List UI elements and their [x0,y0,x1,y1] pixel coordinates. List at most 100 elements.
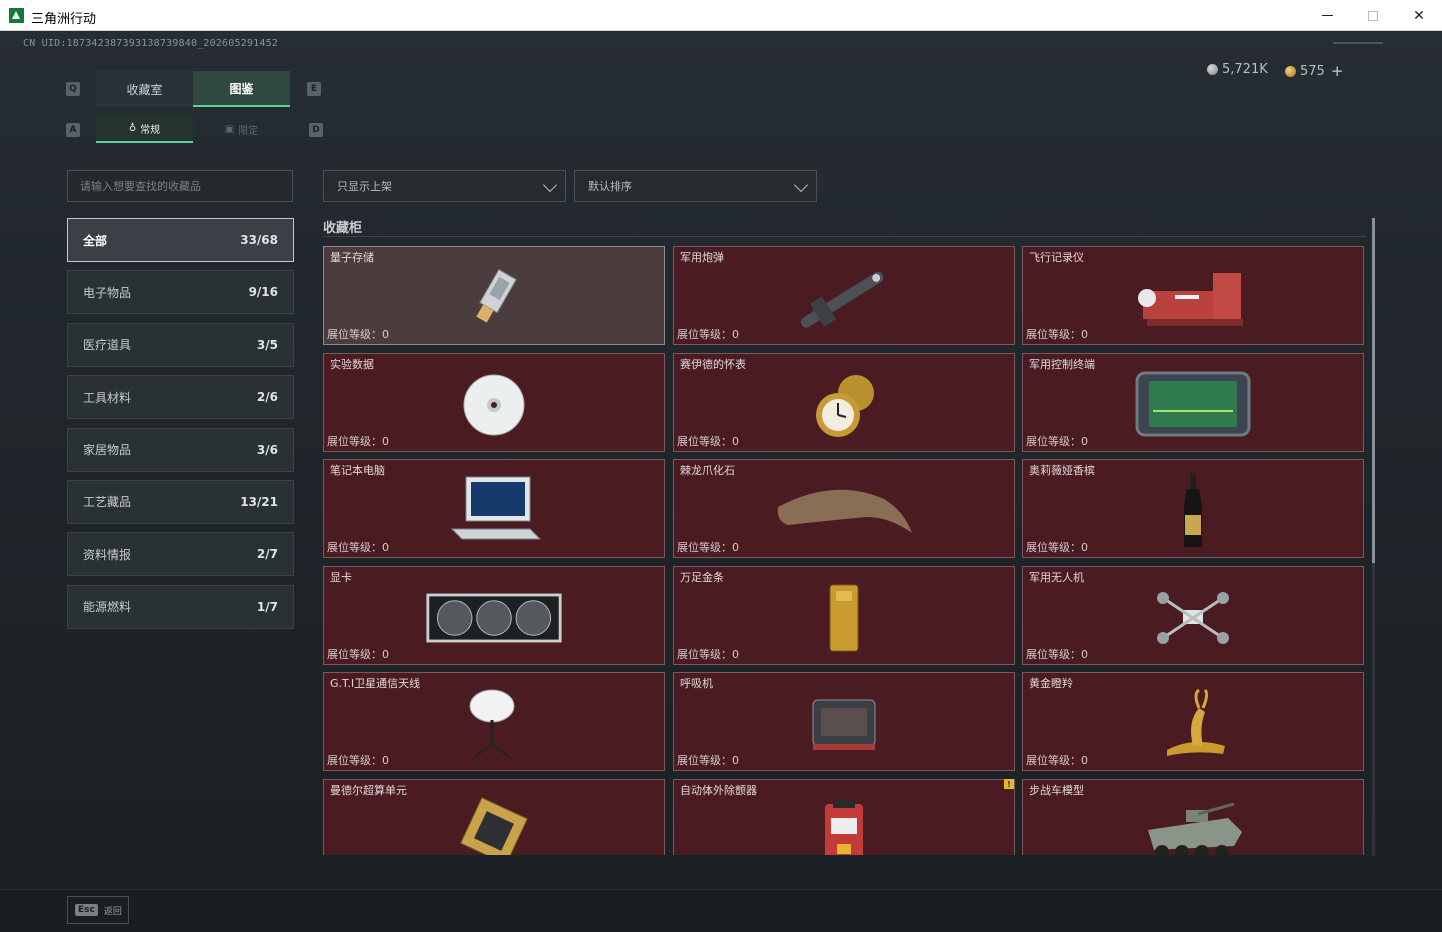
chevron-down-icon [542,177,558,193]
collection-item-card[interactable]: G.T.I卫星通信天线 展位等级：0 [323,672,665,771]
silver-amount: 5,721K [1222,62,1268,77]
item-name: 飞行记录仪 [1029,251,1084,264]
collection-item-card[interactable]: 步战车模型 [1022,779,1364,855]
scrollbar-thumb[interactable] [1372,218,1375,563]
header-decoration [1333,42,1383,44]
laptop-icon [424,470,564,552]
category-list: 全部 33/68 电子物品 9/16 医疗道具 3/5 工具材料 2/6 家居物品 3/6… [67,218,294,637]
item-display-level: 展位等级：0 [1026,435,1088,448]
sort-value: 默认排序 [588,180,632,193]
collection-item-card[interactable]: 赛伊德的怀表 展位等级：0 [673,353,1015,452]
ifv-model-icon [1123,790,1263,855]
category-medical[interactable]: 医疗道具 3/5 [67,322,294,367]
item-name: 显卡 [330,571,352,584]
alert-badge-icon: ! [1004,779,1014,789]
shelf-filter-value: 只显示上架 [337,180,392,193]
collection-item-card[interactable]: 棘龙爪化石 展位等级：0 [673,459,1015,558]
main-tabs: 收藏室 图鉴 [96,71,291,107]
collection-grid: 量子存储 展位等级：0 军用炮弹 展位等级：0 飞行记录仪 展位等级：0 实验数据 展位等级：… [323,246,1366,855]
champagne-icon [1123,470,1263,552]
category-energy[interactable]: 能源燃料 1/7 [67,584,294,629]
item-name: 曼德尔超算单元 [330,784,407,797]
collection-item-card[interactable]: 实验数据 展位等级：0 [323,353,665,452]
category-electronics[interactable]: 电子物品 9/16 [67,270,294,315]
ventilator-icon [774,683,914,765]
collection-item-card[interactable]: 呼吸机展位等级：0 [673,672,1015,771]
collection-item-card[interactable]: 显卡 展位等级：0 [323,566,665,665]
category-label: 医疗道具 [83,338,132,353]
subtab-limited[interactable]: ▣ 限定 [193,115,290,143]
category-tools[interactable]: 工具材料 2/6 [67,375,294,420]
item-name: 实验数据 [330,358,374,371]
flame-icon: ♁ [128,122,137,134]
collection-item-card[interactable]: 万足金条 展位等级：0 [673,566,1015,665]
subtab-regular[interactable]: ♁ 常规 [96,115,193,143]
section-divider [323,236,1366,237]
collection-item-card[interactable]: 军用无人机 展位等级：0 [1022,566,1364,665]
maximize-button[interactable] [1350,0,1396,31]
category-intel[interactable]: 资料情报 2/7 [67,532,294,577]
item-name: 赛伊德的怀表 [680,358,746,371]
item-display-level: 展位等级：0 [1026,328,1088,341]
app-logo-icon [9,8,24,23]
item-name: 棘龙爪化石 [680,464,735,477]
collection-item-card[interactable]: 自动体外除颤器! [673,779,1015,855]
category-all[interactable]: 全部 33/68 [67,218,294,262]
close-button[interactable]: ✕ [1396,0,1442,31]
claw-fossil-icon [774,470,914,552]
item-display-level: 展位等级：0 [1026,541,1088,554]
defibrillator-icon [774,790,914,855]
sort-dropdown[interactable]: 默认排序 [574,170,817,202]
silver-coin-icon [1207,64,1218,75]
item-name: 步战车模型 [1029,784,1084,797]
collection-item-card[interactable]: 笔记本电脑 展位等级：0 [323,459,665,558]
sub-tabs: ♁ 常规 ▣ 限定 [96,115,291,143]
category-count: 1/7 [256,599,278,614]
section-title: 收藏柜 [323,221,363,236]
drone-icon [1123,577,1263,659]
subtab-regular-label: 常规 [140,124,161,136]
chevron-down-icon [793,177,809,193]
back-button[interactable]: Esc 返回 [67,896,129,924]
cpu-icon [424,790,564,855]
tab-catalog[interactable]: 图鉴 [193,71,290,107]
category-label: 全部 [83,233,108,248]
collection-item-card[interactable]: 奥莉薇娅香槟 展位等级：0 [1022,459,1364,558]
game-viewport: CN UID:18734238739313873984​0_2026052914… [0,31,1442,932]
limited-icon: ▣ [224,123,235,135]
item-name: 黄金瞪羚 [1029,677,1073,690]
minimize-button[interactable] [1304,0,1350,31]
control-terminal-icon [1123,364,1263,446]
collection-item-card[interactable]: 军用控制终端 展位等级：0 [1022,353,1364,452]
category-label: 工具材料 [83,390,132,405]
category-label: 电子物品 [83,285,132,300]
add-currency-button[interactable]: + [1331,62,1344,80]
collection-item-card[interactable]: 量子存储 展位等级：0 [323,246,665,345]
collection-item-card[interactable]: 曼德尔超算单元 [323,779,665,855]
item-display-level: 展位等级：0 [677,754,739,767]
tab-collection-room[interactable]: 收藏室 [96,71,193,107]
item-name: 奥莉薇娅香槟 [1029,464,1095,477]
collection-item-card[interactable]: 黄金瞪羚 展位等级：0 [1022,672,1364,771]
category-household[interactable]: 家居物品 3/6 [67,427,294,472]
item-name: 呼吸机 [680,677,713,690]
key-hint-next-tab: E [307,82,321,96]
category-count: 2/6 [256,390,278,405]
missile-icon [774,257,914,339]
item-name: 量子存储 [330,251,374,264]
gold-gazelle-icon [1123,683,1263,765]
search-input[interactable] [68,171,292,201]
collection-item-card[interactable]: 飞行记录仪展位等级：0 [1022,246,1364,345]
disc-icon [424,364,564,446]
item-name: 军用无人机 [1029,571,1084,584]
category-crafts[interactable]: 工艺藏品 13/21 [67,479,294,524]
bottom-bar [0,889,1442,932]
category-count: 13/21 [240,494,278,509]
category-label: 资料情报 [83,547,132,562]
shelf-filter-dropdown[interactable]: 只显示上架 [323,170,566,202]
gold-coin-icon [1285,65,1296,77]
item-name: 军用控制终端 [1029,358,1095,371]
esc-key-hint: Esc [75,904,98,916]
item-display-level: 展位等级：0 [327,754,389,767]
collection-item-card[interactable]: 军用炮弹 展位等级：0 [673,246,1015,345]
